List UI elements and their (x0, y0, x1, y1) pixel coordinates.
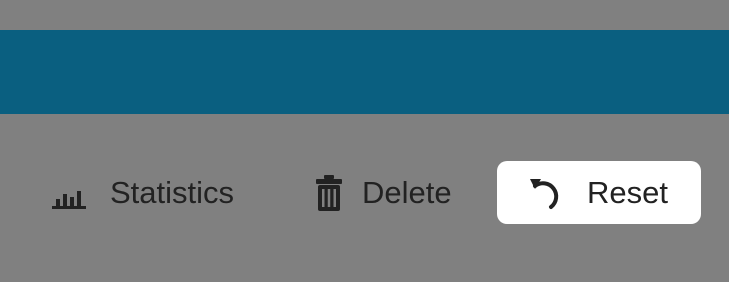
reset-button[interactable]: Reset (497, 161, 701, 224)
undo-icon (527, 174, 567, 212)
action-toolbar: Statistics Delete Reset (0, 161, 729, 224)
bar-chart-icon (50, 176, 88, 210)
reset-label: Reset (587, 175, 668, 210)
top-bar (0, 30, 729, 114)
delete-button[interactable]: Delete (312, 161, 472, 224)
statistics-button[interactable]: Statistics (50, 161, 250, 224)
trash-icon (312, 173, 346, 213)
statistics-label: Statistics (110, 175, 235, 210)
delete-label: Delete (362, 175, 452, 210)
